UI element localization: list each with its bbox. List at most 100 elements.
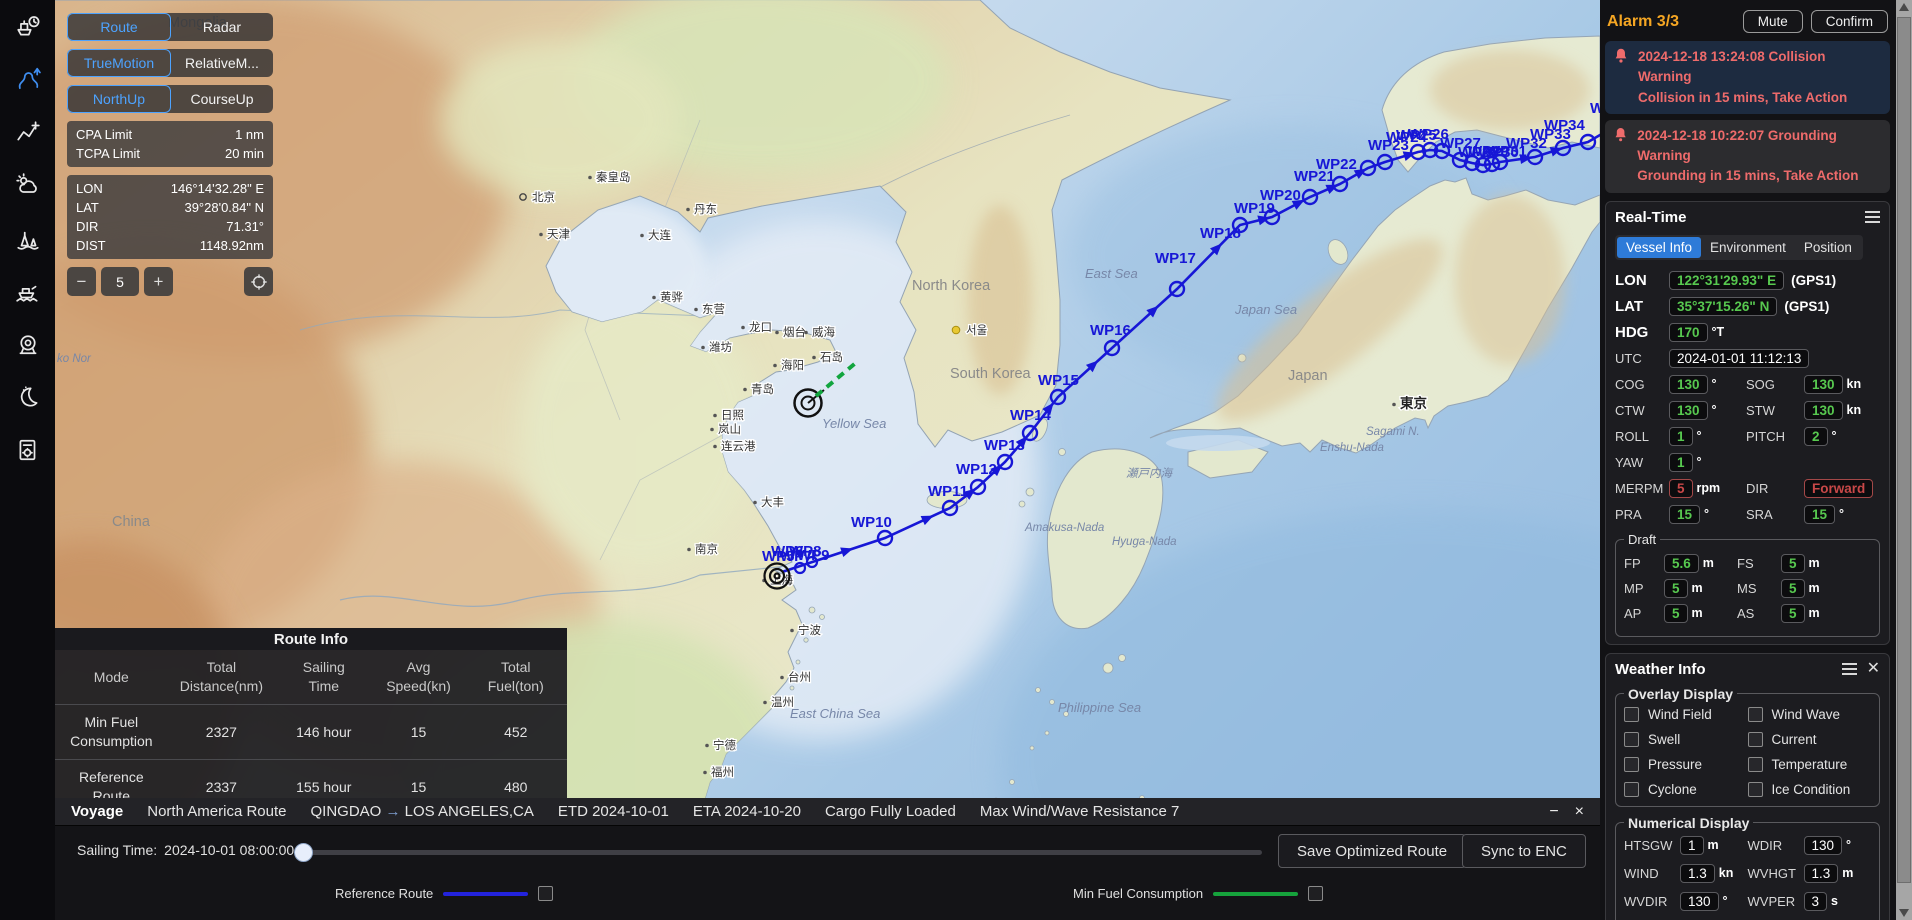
- zoom-out-button[interactable]: −: [67, 267, 96, 296]
- weather-icon[interactable]: [14, 171, 42, 199]
- close-icon[interactable]: ✕: [1867, 661, 1880, 677]
- pressure-checkbox[interactable]: [1624, 757, 1639, 772]
- voyage-route-name: North America Route: [147, 803, 286, 820]
- sog-value: 130: [1804, 375, 1843, 394]
- zoom-in-button[interactable]: +: [144, 267, 173, 296]
- alarm-item-collision[interactable]: 2024-12-18 13:24:08 Collision Warning Co…: [1605, 41, 1890, 114]
- svg-text:Hyuga-Nada: Hyuga-Nada: [1112, 536, 1177, 548]
- svg-text:East Sea: East Sea: [1085, 266, 1138, 281]
- voyage-bar: Voyage North America Route QINGDAO → LOS…: [55, 798, 1600, 826]
- center-vessel-button[interactable]: [244, 267, 273, 296]
- table-row[interactable]: Min Fuel Consumption 2327 146 hour 15 45…: [55, 705, 567, 760]
- min-fuel-line: [1213, 892, 1298, 896]
- htsgw-value: 1: [1680, 836, 1704, 855]
- motion-mode-toggle: TrueMotion RelativeM...: [67, 49, 273, 77]
- time-slider-track[interactable]: [308, 850, 1262, 855]
- menu-icon[interactable]: [1842, 663, 1857, 675]
- wind-wave-checkbox[interactable]: [1748, 707, 1763, 722]
- ms-label: MS: [1737, 581, 1781, 596]
- legend-label: Min Fuel Consumption: [1073, 886, 1203, 901]
- temperature-checkbox[interactable]: [1748, 757, 1763, 772]
- scrollbar-thumb[interactable]: [1897, 17, 1911, 883]
- swell-checkbox[interactable]: [1624, 732, 1639, 747]
- svg-text:黄骅: 黄骅: [660, 290, 683, 304]
- zoom-level-value: 5: [101, 267, 139, 296]
- wdir-value: 130: [1804, 836, 1843, 855]
- svg-text:瀬戸内海: 瀬戸内海: [1126, 467, 1173, 480]
- time-slider-knob[interactable]: [294, 843, 313, 862]
- svg-text:北京: 北京: [532, 190, 555, 204]
- svg-text:秦皇岛: 秦皇岛: [596, 170, 631, 184]
- col-fuel: Total: [465, 658, 567, 677]
- svg-text:潍坊: 潍坊: [709, 340, 732, 354]
- cyclone-checkbox[interactable]: [1624, 782, 1639, 797]
- svg-text:WP16: WP16: [1090, 322, 1131, 339]
- minimize-icon[interactable]: −: [1549, 803, 1558, 821]
- menu-icon[interactable]: [1865, 211, 1880, 223]
- tab-environment[interactable]: Environment: [1701, 237, 1795, 258]
- mute-button[interactable]: Mute: [1743, 10, 1803, 33]
- left-toolbar: [0, 0, 55, 920]
- wvhgt-value: 1.3: [1804, 864, 1839, 883]
- svg-text:大连: 大连: [648, 228, 671, 242]
- alarm-item-grounding[interactable]: 2024-12-18 10:22:07 Grounding Warning Gr…: [1605, 120, 1890, 193]
- cursor-readout-box: LON146°14'32.28" E LAT39°28'0.84" N DIR7…: [67, 175, 273, 259]
- tab-position[interactable]: Position: [1795, 237, 1861, 258]
- svg-text:W: W: [1590, 100, 1600, 117]
- route-planning-icon[interactable]: [14, 65, 42, 93]
- alarm-line2: Collision in 15 mins, Take Action: [1638, 88, 1882, 108]
- route-mode-button[interactable]: Route: [67, 13, 171, 41]
- svg-text:大丰: 大丰: [761, 495, 784, 509]
- svg-text:Sagami N.: Sagami N.: [1366, 426, 1420, 438]
- sailing-time-readout: Sailing Time: 2024-10-01 08:00:00: [77, 842, 294, 858]
- night-mode-icon[interactable]: [14, 383, 42, 411]
- svg-text:WP22: WP22: [1316, 156, 1357, 173]
- surveillance-icon[interactable]: [14, 330, 42, 358]
- report-settings-icon[interactable]: [14, 436, 42, 464]
- radar-mode-button[interactable]: Radar: [171, 13, 273, 41]
- alarm-header: Alarm 3/3 Mute Confirm: [1607, 10, 1888, 33]
- crosshair-icon: [250, 273, 268, 291]
- wind-field-checkbox[interactable]: [1624, 707, 1639, 722]
- sync-to-enc-button[interactable]: Sync to ENC: [1462, 834, 1586, 868]
- course-up-button[interactable]: CourseUp: [171, 85, 273, 113]
- tab-vessel-info[interactable]: Vessel Info: [1617, 237, 1701, 258]
- fleet-monitor-icon[interactable]: [14, 12, 42, 40]
- right-scrollbar[interactable]: [1896, 0, 1912, 920]
- north-up-button[interactable]: NorthUp: [67, 85, 171, 113]
- reference-route-line: [443, 892, 528, 896]
- save-optimized-route-button[interactable]: Save Optimized Route: [1278, 834, 1466, 868]
- close-icon[interactable]: ×: [1575, 803, 1584, 821]
- cursor-dir-label: DIR: [76, 217, 98, 236]
- ice-condition-checkbox[interactable]: [1748, 782, 1763, 797]
- stw-label: STW: [1746, 403, 1804, 418]
- overlay-display-fieldset: Overlay Display Wind Field Wind Wave Swe…: [1615, 686, 1880, 807]
- true-motion-button[interactable]: TrueMotion: [67, 49, 171, 77]
- svg-text:East China Sea: East China Sea: [790, 706, 880, 721]
- svg-text:台州: 台州: [788, 670, 811, 684]
- grounding-warning-icon[interactable]: [14, 277, 42, 305]
- roll-label: ROLL: [1615, 429, 1669, 444]
- scroll-down-icon[interactable]: [1899, 909, 1909, 917]
- svg-text:南京: 南京: [695, 542, 718, 556]
- min-fuel-checkbox[interactable]: [1308, 886, 1323, 901]
- navigation-marks-icon[interactable]: [14, 224, 42, 252]
- svg-text:宁波: 宁波: [798, 623, 821, 637]
- sra-value: 15: [1804, 505, 1835, 524]
- fp-label: FP: [1624, 556, 1664, 571]
- confirm-button[interactable]: Confirm: [1811, 10, 1888, 33]
- svg-text:威海: 威海: [812, 325, 835, 339]
- svg-text:海阳: 海阳: [781, 358, 804, 372]
- draft-fieldset: Draft FP 5.6m FS 5m MP 5m MS 5m AP 5m AS…: [1615, 532, 1880, 637]
- current-checkbox[interactable]: [1748, 732, 1763, 747]
- numerical-display-legend: Numerical Display: [1624, 815, 1753, 831]
- svg-text:WP9: WP9: [797, 547, 830, 564]
- svg-text:温州: 温州: [771, 695, 794, 709]
- reference-route-checkbox[interactable]: [538, 886, 553, 901]
- scroll-up-icon[interactable]: [1899, 3, 1909, 11]
- bell-icon: [1613, 47, 1629, 65]
- sailing-time-value: 2024-10-01 08:00:00: [164, 842, 294, 858]
- relative-motion-button[interactable]: RelativeM...: [171, 49, 273, 77]
- route-design-icon[interactable]: [14, 118, 42, 146]
- col-speed: Avg: [372, 658, 464, 677]
